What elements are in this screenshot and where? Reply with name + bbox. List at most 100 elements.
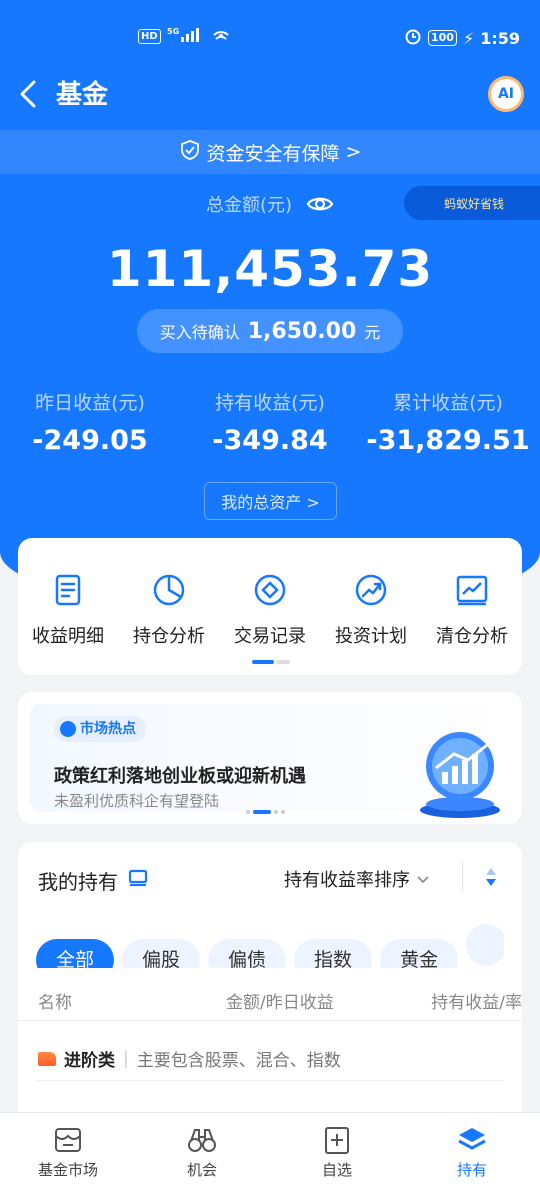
- hd-badge: HD: [138, 28, 161, 44]
- status-bar: HD 5G 100 ⚡ 1:59: [0, 0, 540, 74]
- growth-chart-illustration: [410, 724, 510, 820]
- tab-label: 持有: [456, 1161, 487, 1179]
- holdings-title-row: 我的持有: [38, 866, 148, 895]
- stat-value: -31,829.51: [366, 425, 530, 456]
- safety-text: 资金安全有保障: [206, 142, 340, 165]
- column-name: 名称: [38, 993, 72, 1013]
- battery-icon: 100: [428, 30, 457, 46]
- document-icon: [50, 572, 86, 608]
- stat-yesterday: 昨日收益(元) -249.05: [0, 388, 180, 456]
- stat-value: -249.05: [32, 425, 148, 456]
- pending-unit: 元: [364, 323, 381, 342]
- chip-all[interactable]: 全部: [36, 939, 115, 968]
- trend-icon: [353, 572, 389, 608]
- indicator-active: [252, 660, 274, 664]
- stat-value: -349.84: [212, 425, 328, 456]
- layers-icon: [456, 1125, 488, 1155]
- binoculars-icon: [186, 1125, 218, 1155]
- back-icon[interactable]: [16, 76, 46, 112]
- chevron-down-icon: [416, 869, 430, 890]
- card-view-icon[interactable]: [128, 868, 148, 893]
- chip-more[interactable]: [466, 924, 504, 966]
- page-title: 基金: [56, 80, 109, 110]
- action-investment-plan[interactable]: 投资计划: [321, 572, 421, 648]
- divider: [462, 862, 463, 892]
- action-label: 清仓分析: [436, 626, 508, 647]
- tab-label: 基金市场: [37, 1161, 98, 1179]
- stat-label: 持有收益(元): [215, 392, 325, 414]
- quick-actions-card: 收益明细 持仓分析 交易记录 投资计划 清仓分析: [18, 538, 522, 675]
- holdings-title: 我的持有: [38, 870, 118, 894]
- category-row-advanced[interactable]: 进阶类 | 主要包含股票、混合、指数: [38, 1046, 341, 1071]
- signal-icon: 5G: [167, 26, 207, 46]
- hot-tag-label: 市场热点: [80, 721, 136, 737]
- eye-icon[interactable]: [306, 190, 334, 218]
- column-amount: 金额/昨日收益: [226, 993, 334, 1013]
- category-flag-icon: [38, 1051, 56, 1066]
- exchange-icon: [252, 572, 288, 608]
- shield-icon: [179, 139, 201, 166]
- holdings-column-headers: 名称 金额/昨日收益 持有收益/率: [38, 988, 522, 1013]
- indicator-inactive: [281, 810, 285, 814]
- market-hot-tag: 市场热点: [54, 716, 146, 742]
- sort-label: 持有收益率排序: [284, 870, 410, 891]
- charging-icon: ⚡: [462, 28, 475, 48]
- indicator-inactive: [276, 660, 290, 664]
- tab-label: 机会: [186, 1161, 217, 1179]
- pending-label: 买入待确认: [159, 323, 240, 342]
- chip-equity[interactable]: 偏股: [122, 939, 201, 968]
- hot-subtitle: 未盈利优质科企有望登陆: [54, 792, 220, 810]
- line-chart-icon: [454, 572, 490, 608]
- actions-page-indicator: [252, 660, 290, 664]
- pending-amount: 1,650.00: [247, 318, 357, 344]
- total-assets-button[interactable]: 我的总资产 >: [204, 482, 337, 520]
- alarm-icon: [404, 27, 422, 49]
- action-trade-records[interactable]: 交易记录: [220, 572, 320, 648]
- total-amount-label: 总金额(元): [205, 195, 293, 216]
- action-position-analysis[interactable]: 持仓分析: [119, 572, 219, 648]
- category-separator: |: [123, 1048, 129, 1069]
- ai-assistant-icon[interactable]: AI: [488, 76, 524, 112]
- column-rate: 持有收益/率: [431, 993, 522, 1013]
- tab-watchlist[interactable]: 自选: [287, 1125, 387, 1180]
- svg-text:5G: 5G: [167, 27, 179, 36]
- divider: [36, 1080, 504, 1081]
- action-label: 收益明细: [32, 626, 104, 647]
- chip-gold[interactable]: 黄金: [380, 939, 459, 968]
- category-filter-chips: 全部 偏股 偏债 指数 黄金: [36, 924, 504, 968]
- promo-label: 蚂蚁好省钱: [444, 196, 505, 211]
- action-income-detail[interactable]: 收益明细: [18, 572, 118, 648]
- chip-bond[interactable]: 偏债: [208, 939, 287, 968]
- ai-label: AI: [497, 86, 515, 102]
- tab-fund-market[interactable]: 基金市场: [18, 1125, 118, 1180]
- indicator-inactive: [274, 810, 278, 814]
- market-hot-banner[interactable]: 市场热点 政策红利落地创业板或迎新机遇 未盈利优质科企有望登陆: [30, 704, 510, 818]
- tab-opportunity[interactable]: 机会: [152, 1125, 252, 1180]
- holdings-card: 我的持有 持有收益率排序 全部 偏股 偏债 指数 黄金 名称 金额/昨日收益 持有收益/…: [18, 842, 522, 1132]
- bottom-tab-bar: 基金市场 机会 自选 持有: [0, 1112, 540, 1188]
- hotspot-icon: [212, 26, 233, 46]
- stat-label: 昨日收益(元): [35, 392, 145, 414]
- tab-label: 自选: [321, 1161, 352, 1179]
- category-description: 主要包含股票、混合、指数: [136, 1051, 341, 1071]
- chevron-right-icon: >: [345, 141, 362, 163]
- indicator-inactive: [246, 810, 250, 814]
- action-label: 投资计划: [335, 626, 407, 647]
- divider: [18, 1020, 522, 1021]
- action-clearance-analysis[interactable]: 清仓分析: [422, 572, 522, 648]
- safety-banner[interactable]: 资金安全有保障 >: [0, 130, 540, 174]
- flame-icon: [60, 721, 76, 737]
- chip-index[interactable]: 指数: [294, 939, 373, 968]
- market-icon: [52, 1125, 84, 1155]
- hot-page-indicator: [246, 810, 285, 814]
- indicator-active: [253, 810, 271, 814]
- add-favorite-icon: [321, 1125, 353, 1155]
- pending-confirm-pill[interactable]: 买入待确认 1,650.00 元: [137, 309, 403, 353]
- promo-badge[interactable]: 蚂蚁好省钱: [404, 186, 540, 220]
- sort-dropdown[interactable]: 持有收益率排序: [284, 866, 430, 892]
- total-amount: 111,453.73: [106, 240, 434, 298]
- action-label: 交易记录: [234, 626, 306, 647]
- tab-holdings[interactable]: 持有: [422, 1125, 522, 1180]
- sort-order-icon[interactable]: [484, 866, 498, 888]
- stat-label: 累计收益(元): [393, 392, 503, 414]
